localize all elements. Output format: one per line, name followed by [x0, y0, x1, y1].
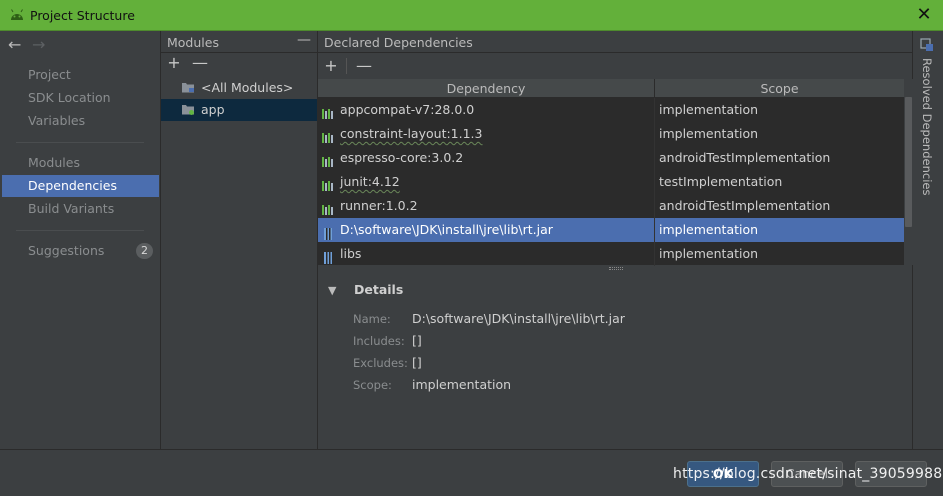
nav-item-modules[interactable]: Modules	[2, 152, 159, 174]
nav-item-suggestions[interactable]: Suggestions 2	[2, 240, 159, 262]
nav-item-build-variants[interactable]: Build Variants	[2, 198, 159, 220]
table-row[interactable]: libs implementation	[318, 242, 904, 266]
detail-label: Excludes:	[353, 356, 408, 370]
detail-value: D:\software\JDK\install\jre\lib\rt.jar	[412, 311, 625, 326]
remove-module-button[interactable]: —	[192, 53, 208, 73]
column-divider	[654, 218, 655, 242]
column-divider	[654, 194, 655, 218]
window-title: Project Structure	[30, 8, 135, 23]
tree-item-all-modules[interactable]: <All Modules>	[161, 77, 317, 99]
modules-toolbar: + —	[161, 53, 317, 77]
add-dependency-button[interactable]: +	[323, 56, 339, 76]
tree-item-label: <All Modules>	[201, 80, 294, 95]
table-row[interactable]: junit:4.12 testImplementation	[318, 170, 904, 194]
nav-item-sdk-location[interactable]: SDK Location	[2, 87, 159, 109]
suggestions-count-badge: 2	[136, 243, 153, 259]
dialog-footer: OK Cancel https://blog.csdn.net/sinat_39…	[0, 449, 943, 496]
table-scrollbar[interactable]	[904, 79, 913, 265]
column-divider	[654, 146, 655, 170]
apply-button[interactable]	[855, 461, 927, 487]
library-icon	[322, 128, 335, 143]
add-module-button[interactable]: +	[166, 53, 182, 73]
dependencies-panel: Declared Dependencies + — Dependency Sco…	[318, 31, 913, 449]
dependency-cell: espresso-core:3.0.2	[340, 150, 464, 165]
column-divider	[654, 98, 655, 122]
collapse-triangle-icon[interactable]: ▼	[328, 284, 336, 297]
detail-label: Scope:	[353, 378, 392, 392]
detail-value: []	[412, 333, 422, 348]
left-navigation: ← → Project SDK Location Variables Module…	[0, 31, 161, 449]
column-header-scope[interactable]: Scope	[655, 81, 904, 96]
dependency-cell: D:\software\JDK\install\jre\lib\rt.jar	[340, 222, 553, 237]
modules-panel: Modules — + — <All Modules> app	[161, 31, 318, 449]
column-divider	[654, 122, 655, 146]
dependencies-toolbar: + —	[318, 53, 912, 79]
table-row[interactable]: runner:1.0.2 androidTestImplementation	[318, 194, 904, 218]
library-icon	[322, 104, 335, 119]
resolved-dependencies-icon[interactable]	[920, 38, 934, 52]
minimize-icon[interactable]: —	[297, 32, 311, 48]
detail-label: Includes:	[353, 334, 405, 348]
table-row[interactable]: appcompat-v7:28.0.0 implementation	[318, 98, 904, 122]
dependency-cell: junit:4.12	[340, 174, 400, 189]
nav-item-project[interactable]: Project	[2, 64, 159, 86]
dependency-cell: constraint-layout:1.1.3	[340, 126, 483, 141]
dependencies-header: Declared Dependencies	[318, 31, 912, 53]
dependency-cell: libs	[340, 246, 362, 261]
resolved-dependencies-tab[interactable]: Resolved Dependencies	[920, 58, 934, 195]
detail-value: []	[412, 355, 422, 370]
detail-label: Name:	[353, 312, 391, 326]
column-divider	[654, 170, 655, 194]
forward-arrow-icon[interactable]: →	[32, 36, 52, 54]
android-icon	[11, 9, 23, 20]
jar-icon	[322, 224, 335, 240]
table-row[interactable]: D:\software\JDK\install\jre\lib\rt.jar im…	[318, 218, 904, 242]
library-icon	[322, 176, 335, 191]
right-tool-strip: Resolved Dependencies	[913, 31, 943, 449]
column-divider	[654, 242, 655, 266]
module-folder-icon	[182, 105, 194, 115]
detail-value: implementation	[412, 377, 512, 392]
library-icon	[322, 152, 335, 167]
scope-cell: testImplementation	[659, 174, 783, 189]
jar-icon	[322, 248, 335, 264]
all-modules-icon	[182, 83, 194, 93]
nav-item-dependencies[interactable]: Dependencies	[2, 175, 159, 197]
scope-cell: androidTestImplementation	[659, 198, 831, 213]
nav-divider	[16, 142, 144, 143]
dependencies-table: Dependency Scope appcompat-v7:28.0.0 impl…	[318, 79, 904, 266]
tree-item-app[interactable]: app	[161, 99, 317, 121]
title-bar: Project Structure ✕	[0, 0, 943, 31]
dependencies-title: Declared Dependencies	[324, 35, 473, 50]
nav-arrows: ← →	[8, 36, 52, 56]
back-arrow-icon[interactable]: ←	[8, 36, 28, 54]
table-header: Dependency Scope	[318, 79, 904, 98]
table-row[interactable]: constraint-layout:1.1.3 implementation	[318, 122, 904, 146]
tree-item-label: app	[201, 102, 225, 117]
column-header-dependency[interactable]: Dependency	[318, 81, 654, 96]
nav-divider	[16, 230, 144, 231]
library-icon	[322, 200, 335, 215]
scrollbar-thumb[interactable]	[905, 97, 912, 227]
dependency-cell: appcompat-v7:28.0.0	[340, 102, 475, 117]
table-row[interactable]: espresso-core:3.0.2 androidTestImplementa…	[318, 146, 904, 170]
details-section: ▼ Details Name: D:\software\JDK\install\…	[318, 271, 913, 449]
remove-dependency-button[interactable]: —	[356, 56, 372, 76]
details-title: Details	[354, 282, 404, 297]
ok-button[interactable]: OK	[687, 461, 759, 487]
modules-header: Modules —	[161, 31, 317, 53]
modules-title: Modules	[167, 35, 219, 50]
close-icon[interactable]: ✕	[915, 5, 933, 25]
toolbar-separator	[346, 58, 347, 74]
cancel-button[interactable]: Cancel	[771, 461, 843, 487]
dependency-cell: runner:1.0.2	[340, 198, 418, 213]
scope-cell: implementation	[659, 102, 759, 117]
scope-cell: implementation	[659, 246, 759, 261]
scope-cell: androidTestImplementation	[659, 150, 831, 165]
suggestions-label: Suggestions	[28, 243, 105, 258]
scope-cell: implementation	[659, 126, 759, 141]
nav-item-variables[interactable]: Variables	[2, 110, 159, 132]
scope-cell: implementation	[659, 222, 759, 237]
splitter-handle[interactable]	[609, 267, 623, 270]
